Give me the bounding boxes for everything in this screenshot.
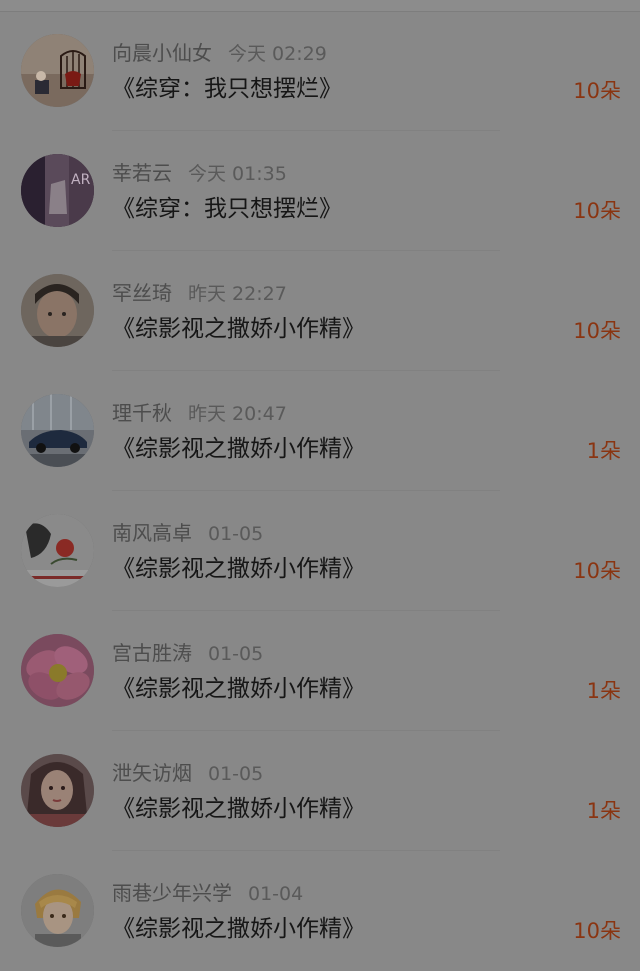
- list-item[interactable]: 南风高卓 01-05 《综影视之撒娇小作精》 10朵: [0, 491, 640, 611]
- gift-list: 向晨小仙女 今天 02:29 《综穿：我只想摆烂》 10朵 AR 幸若云 今天 01…: [0, 11, 640, 971]
- timestamp: 01-05: [208, 763, 264, 785]
- book-title[interactable]: 《综影视之撒娇小作精》: [112, 551, 365, 587]
- timestamp: 昨天 22:27: [188, 283, 287, 305]
- list-item[interactable]: 泄矢访烟 01-05 《综影视之撒娇小作精》 1朵: [0, 731, 640, 851]
- list-item[interactable]: 宫古胜涛 01-05 《综影视之撒娇小作精》 1朵: [0, 611, 640, 731]
- flower-count: 1朵: [586, 799, 621, 823]
- list-item[interactable]: 理千秋 昨天 20:47 《综影视之撒娇小作精》 1朵: [0, 371, 640, 491]
- timestamp: 今天 02:29: [228, 43, 327, 65]
- timestamp: 01-04: [248, 883, 304, 905]
- rose-avatar[interactable]: [21, 514, 94, 587]
- user-name[interactable]: 向晨小仙女: [112, 41, 212, 65]
- book-title[interactable]: 《综影视之撒娇小作精》: [112, 431, 365, 467]
- book-title[interactable]: 《综穿：我只想摆烂》: [112, 71, 342, 107]
- flower-count: 1朵: [586, 439, 621, 463]
- anime-boy-avatar[interactable]: [21, 874, 94, 947]
- flower-count: 10朵: [573, 559, 621, 583]
- user-name[interactable]: 南风高卓: [112, 521, 192, 545]
- girl-face-avatar[interactable]: [21, 274, 94, 347]
- flower-count: 10朵: [573, 79, 621, 103]
- user-name[interactable]: 幸若云: [112, 161, 172, 185]
- flower-count: 10朵: [573, 319, 621, 343]
- list-item[interactable]: 雨巷少年兴学 01-04 《综影视之撒娇小作精》 10朵: [0, 851, 640, 971]
- timestamp: 昨天 20:47: [188, 403, 287, 425]
- poster-avatar[interactable]: AR: [21, 154, 94, 227]
- timestamp: 01-05: [208, 523, 264, 545]
- book-title[interactable]: 《综影视之撒娇小作精》: [112, 671, 365, 707]
- book-title[interactable]: 《综穿：我只想摆烂》: [112, 191, 342, 227]
- list-item[interactable]: 罕丝琦 昨天 22:27 《综影视之撒娇小作精》 10朵: [0, 251, 640, 371]
- flower-count: 10朵: [573, 199, 621, 223]
- list-item[interactable]: 向晨小仙女 今天 02:29 《综穿：我只想摆烂》 10朵: [0, 11, 640, 131]
- list-item[interactable]: AR 幸若云 今天 01:35 《综穿：我只想摆烂》 10朵: [0, 131, 640, 251]
- book-title[interactable]: 《综影视之撒娇小作精》: [112, 311, 365, 347]
- book-title[interactable]: 《综影视之撒娇小作精》: [112, 791, 365, 827]
- user-name[interactable]: 理千秋: [112, 401, 172, 425]
- woman-portrait-avatar[interactable]: [21, 754, 94, 827]
- flower-count: 1朵: [586, 679, 621, 703]
- user-name[interactable]: 宫古胜涛: [112, 641, 192, 665]
- book-title[interactable]: 《综影视之撒娇小作精》: [112, 911, 365, 947]
- user-name[interactable]: 雨巷少年兴学: [112, 881, 232, 905]
- flower-avatar[interactable]: [21, 634, 94, 707]
- user-name[interactable]: 罕丝琦: [112, 281, 172, 305]
- birdcage-avatar[interactable]: [21, 34, 94, 107]
- user-name[interactable]: 泄矢访烟: [112, 761, 192, 785]
- car-avatar[interactable]: [21, 394, 94, 467]
- flower-count: 10朵: [573, 919, 621, 943]
- timestamp: 01-05: [208, 643, 264, 665]
- svg-text:AR: AR: [71, 172, 91, 188]
- timestamp: 今天 01:35: [188, 163, 287, 185]
